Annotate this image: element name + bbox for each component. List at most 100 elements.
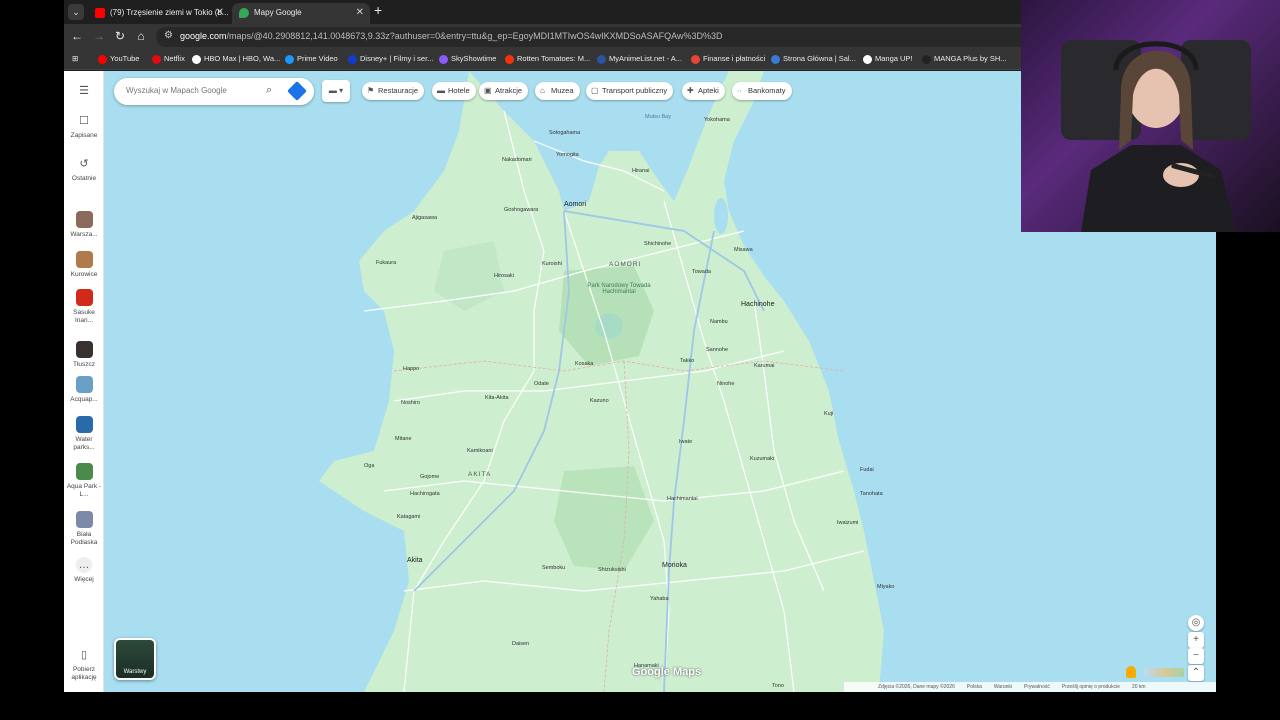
bookmark-favicon-icon [439,55,448,64]
home-icon[interactable]: ⌂ [134,29,148,43]
bookmark-item[interactable]: MANGA Plus by SH... [922,54,1007,64]
city-label: Sannohe [706,347,729,353]
url-text: google.com/maps/@40.2908812,141.0048673,… [180,31,723,41]
rail-item[interactable]: Water parks... [64,416,104,452]
place-thumb-icon [75,341,93,358]
apps-grid-icon[interactable]: ⊞ [64,54,78,63]
city-label: Hachimantai [667,496,698,502]
bookmark-item[interactable]: Strona Główna | Sal... [771,54,856,64]
reload-icon[interactable]: ↻ [113,29,127,43]
my-location-icon[interactable]: ◎ [1188,615,1204,631]
train-icon: ▢ [591,86,599,95]
tab-title: (79) Trzęsienie ziemi w Tokio (b... [110,8,229,17]
hotel-dates-button[interactable]: ▬ ▾ [322,80,350,102]
menu-button[interactable]: ☰ [64,83,104,102]
bookmark-item[interactable]: Finanse i płatności [691,54,765,64]
bookmark-item[interactable]: Netflix [152,54,185,64]
search-input[interactable] [126,86,266,95]
bookmark-item[interactable]: YouTube [98,54,139,64]
footer-link[interactable]: Warunki [994,684,1012,690]
region-label: AOMORI [609,261,642,268]
rail-item[interactable]: Aqua Park - L... [64,463,104,499]
new-tab-button[interactable]: + [374,2,382,18]
city-label: Shizukuishi [598,567,626,573]
bookmark-item[interactable]: Rotten Tomatoes: M... [505,54,590,64]
layers-button[interactable]: Warstwy [114,638,156,680]
imagery-strip-icon[interactable] [1144,668,1184,677]
city-label: Ajigasawa [412,215,438,221]
more-icon: … [76,557,92,573]
tab-title: Mapy Google [254,8,302,17]
bookmark-icon: ☐ [79,115,89,127]
rail-item[interactable]: Acquap... [64,376,104,404]
atm-icon: ∙∙ [737,86,742,95]
bookmark-item[interactable]: SkyShowtime [439,54,497,64]
expand-icon[interactable]: ⌃ [1188,665,1204,681]
layers-label: Warstwy [123,669,147,675]
pegman-icon[interactable] [1126,666,1136,678]
rail-item[interactable]: … Więcej [64,557,104,584]
rail-item[interactable]: ↺ Ostatnie [64,156,104,183]
chip-label: Muzea [551,86,574,95]
tab-youtube[interactable]: (79) Trzęsienie ziemi w Tokio (b... ✕ [88,3,230,24]
search-icon[interactable]: ⌕ [266,84,272,97]
webcam-overlay [1021,0,1280,232]
bookmark-item[interactable]: Manga UP! [863,54,913,64]
site-info-icon[interactable]: ⚙ [164,30,173,41]
city-label: Iwaizumi [837,520,859,526]
footer-link[interactable]: Prześlij opinię o produkcie [1062,684,1120,690]
footer-link[interactable]: Polska [967,684,982,690]
search-box[interactable]: ⌕ [114,78,314,105]
city-label: Katagami [397,514,421,520]
city-label: Sotogahama [549,130,581,136]
bookmark-label: MyAnimeList.net - A... [609,54,682,63]
category-chip[interactable]: ⚑ Restauracje [362,82,425,100]
tab-maps[interactable]: Mapy Google ✕ [232,3,370,24]
footer-link[interactable]: Prywatność [1024,684,1050,690]
city-label: Tanohata [860,491,883,497]
tab-search-icon[interactable]: ⌄ [68,4,84,20]
place-thumb-icon [75,416,93,433]
rail-item[interactable]: ▯ Pobierz aplikację [64,647,104,682]
place-thumb-icon [75,211,93,228]
category-chip[interactable]: ∙∙ Bankomaty [732,82,792,100]
bookmark-label: SkyShowtime [451,54,497,63]
city-label: Yokohama [704,117,730,123]
lake-ogawara [714,198,728,234]
city-label: Hachinohe [741,301,775,308]
rail-item[interactable]: Biała Podlaska [64,511,104,547]
zoom-out-button[interactable]: − [1188,648,1204,664]
fork-knife-icon: ⚑ [367,86,375,95]
chip-label: Apteki [698,86,719,95]
back-arrow-icon[interactable]: ← [70,29,84,43]
close-icon[interactable]: ✕ [216,3,224,22]
bookmark-item[interactable]: Prime Video [285,54,338,64]
rail-item[interactable]: Kurowice [64,251,104,279]
category-chip[interactable]: ▣ Atrakcje [479,82,529,100]
category-chip[interactable]: ✚ Apteki [682,82,725,100]
rail-label: Warsza... [70,231,98,238]
rail-label: Pobierz aplikację [71,666,97,681]
rail-item[interactable]: Warsza... [64,211,104,239]
rail-item[interactable]: Tłuszcz [64,341,104,369]
category-chip[interactable]: ⌂ Muzea [535,82,580,100]
zoom-in-button[interactable]: + [1188,632,1204,648]
bookmark-item[interactable]: MyAnimeList.net - A... [597,54,682,64]
city-label: Aomori [564,201,587,208]
place-thumb-icon [75,376,93,393]
close-icon[interactable]: ✕ [356,3,364,22]
city-label: Towada [692,269,711,275]
category-chip[interactable]: ▬ Hotele [432,82,476,100]
forward-arrow-icon[interactable]: → [92,29,106,43]
directions-icon[interactable] [287,81,307,101]
land-mass [319,71,884,692]
category-chip[interactable]: ▢ Transport publiczny [586,82,674,100]
screen: { "browser": { "tabs": [ {"title": "(79)… [0,0,1280,720]
bookmark-item[interactable]: HBO Max | HBO, Wa... [192,54,280,64]
chip-label: Restauracje [378,86,419,95]
rail-item[interactable]: Sasuke Inari... [64,289,104,325]
bookmark-item[interactable]: Disney+ | Filmy i ser... [348,54,433,64]
city-label: Nambu [710,319,728,325]
bookmark-label: Manga UP! [875,54,913,63]
rail-item[interactable]: ☐ Zapisane [64,113,104,140]
